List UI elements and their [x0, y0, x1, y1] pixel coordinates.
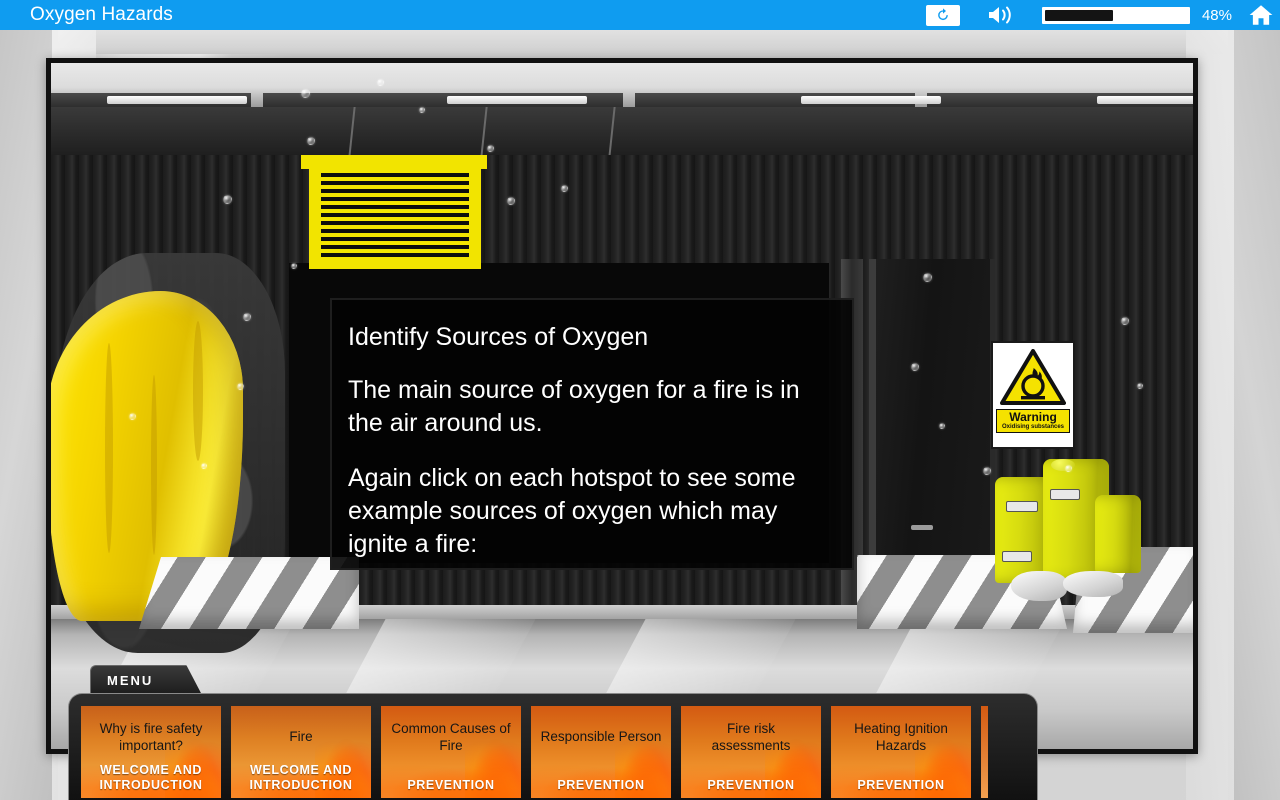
bubble: [419, 107, 425, 113]
vent-slats: [321, 173, 469, 261]
menu-card[interactable]: Fire WELCOME AND INTRODUCTION: [231, 706, 371, 798]
bubble: [291, 263, 297, 269]
yellow-ventilation-grille: [301, 155, 487, 269]
oxidising-warning-sign: Warning Oxidising substances: [991, 341, 1075, 449]
warning-title: Warning: [1009, 410, 1057, 424]
replay-icon: [938, 8, 948, 21]
bubble: [243, 313, 251, 321]
ceiling-light: [801, 96, 941, 104]
scene-soffit: [51, 107, 1193, 159]
progress-slider[interactable]: [1041, 6, 1190, 24]
home-icon: [1249, 5, 1273, 25]
room-wall-right-outer: [1228, 28, 1280, 800]
slide-text-panel: Identify Sources of Oxygen The main sour…: [330, 298, 854, 570]
bubble: [237, 383, 244, 390]
slide-paragraph-2: Again click on each hotspot to see some …: [348, 464, 796, 558]
menu-card-partial[interactable]: [981, 706, 988, 798]
menu-card-section: WELCOME AND INTRODUCTION: [99, 763, 203, 792]
menu-card[interactable]: Responsible Person PREVENTION: [531, 706, 671, 798]
tarp-crease: [151, 375, 157, 555]
bubble: [487, 145, 494, 152]
menu-card-title: Heating Ignition Hazards: [854, 721, 948, 754]
tarp-crease: [105, 343, 113, 553]
menu-card-section: PREVENTION: [857, 777, 945, 792]
yellow-chemical-drum: [1095, 495, 1141, 573]
top-toolbar: Oxygen Hazards 48%: [0, 0, 1280, 30]
warning-band: Warning Oxidising substances: [996, 409, 1070, 434]
bubble: [1121, 317, 1129, 325]
drum-label: [1003, 552, 1031, 561]
bubble: [983, 467, 991, 475]
ceiling-light: [1097, 96, 1193, 104]
drum-label: [1051, 490, 1079, 499]
ceiling-light: [447, 96, 587, 104]
striped-safety-barrier: [139, 557, 359, 629]
progress-fill: [1044, 9, 1114, 21]
menu-card-title: Common Causes of Fire: [391, 721, 511, 754]
slide-heading: Identify Sources of Oxygen: [348, 323, 649, 351]
white-sack: [1011, 571, 1067, 601]
bubble: [301, 89, 310, 98]
page-title: Oxygen Hazards: [30, 4, 173, 25]
menu-bar: MENU Why is fire safety important? WELCOM…: [68, 665, 1038, 800]
tarp-crease: [193, 321, 203, 461]
door-handle: [911, 525, 933, 530]
home-button[interactable]: [1246, 0, 1276, 30]
menu-card-title: Fire risk assessments: [711, 721, 791, 754]
volume-button[interactable]: [986, 3, 1020, 27]
bubble: [1065, 465, 1072, 472]
menu-tab[interactable]: MENU: [90, 665, 202, 695]
menu-tab-label: MENU: [107, 673, 154, 688]
slide-paragraph-1: The main source of oxygen for a fire is …: [348, 376, 800, 437]
bubble: [201, 463, 207, 469]
bubble: [377, 79, 384, 86]
menu-card-strip[interactable]: Why is fire safety important? WELCOME AND…: [68, 693, 1038, 800]
ceiling-light: [107, 96, 247, 104]
bubble: [1137, 383, 1143, 389]
menu-card-section: PREVENTION: [557, 777, 645, 792]
bubble: [939, 423, 945, 429]
toolbar-controls: 48%: [925, 0, 1280, 30]
vent-cap: [301, 155, 487, 169]
room-ceiling: [0, 28, 1280, 54]
menu-card-section: PREVENTION: [407, 777, 495, 792]
bubble: [223, 195, 232, 204]
menu-card-title: Responsible Person: [540, 729, 662, 744]
bubble: [307, 137, 315, 145]
menu-card-section: PREVENTION: [707, 777, 795, 792]
menu-card-title: Fire: [289, 729, 313, 744]
bubble: [923, 273, 932, 282]
oxidiser-hazard-icon: [1000, 349, 1066, 405]
bubble: [129, 413, 136, 420]
warning-subtitle: Oxidising substances: [1001, 424, 1065, 431]
bubble: [561, 185, 568, 192]
drum-label: [1007, 502, 1037, 511]
speaker-icon: [988, 6, 1011, 24]
menu-card[interactable]: Heating Ignition Hazards PREVENTION: [831, 706, 971, 798]
menu-card-section: WELCOME AND INTRODUCTION: [249, 763, 353, 792]
bubble: [911, 363, 919, 371]
bubble: [507, 197, 515, 205]
slide-image-frame: Warning Oxidising substances Identify So…: [46, 58, 1198, 754]
replay-button[interactable]: [925, 4, 960, 26]
warning-symbol: [1000, 347, 1066, 407]
menu-card[interactable]: Common Causes of Fire PREVENTION: [381, 706, 521, 798]
menu-card[interactable]: Fire risk assessments PREVENTION: [681, 706, 821, 798]
white-sack: [1063, 571, 1123, 597]
menu-card-title: Why is fire safety important?: [99, 721, 203, 754]
progress-percent-label: 48%: [1201, 6, 1232, 24]
menu-card[interactable]: Why is fire safety important? WELCOME AND…: [81, 706, 221, 798]
